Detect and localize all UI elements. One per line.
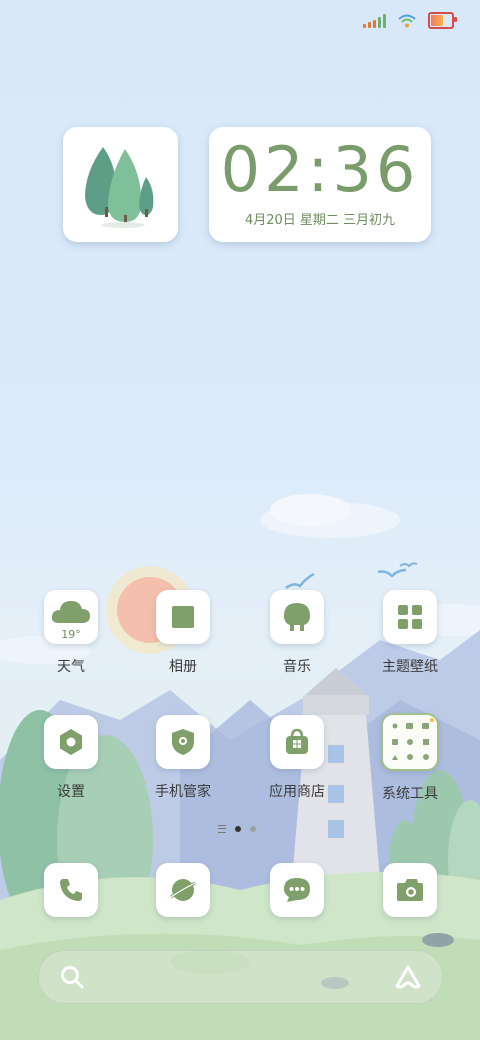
phone-icon (44, 863, 98, 917)
browser-icon (156, 863, 210, 917)
folder-system-tools[interactable]: 系统工具 (355, 713, 465, 803)
app-label: 应用商店 (269, 784, 325, 800)
security-icon (156, 715, 210, 769)
app-label: 主题壁纸 (382, 659, 438, 675)
assistant-icon[interactable] (394, 964, 422, 990)
page-dot-active[interactable] (235, 826, 241, 832)
camera-icon (383, 863, 437, 917)
signal-icon (363, 13, 386, 28)
status-bar (363, 12, 457, 29)
theme-icon (383, 590, 437, 644)
app-label: 相册 (169, 659, 197, 675)
dock-camera[interactable] (355, 863, 465, 917)
app-label: 天气 (57, 659, 85, 675)
music-icon (270, 590, 324, 644)
wifi-icon (398, 14, 416, 27)
app-store-icon (270, 715, 324, 769)
app-label: 设置 (57, 784, 85, 800)
app-music[interactable]: 音乐 (242, 590, 352, 676)
tree-icon (85, 147, 154, 228)
dock-messages[interactable] (242, 863, 352, 917)
app-weather[interactable]: 19° 天气 (16, 590, 126, 676)
list-menu-icon[interactable] (218, 825, 226, 833)
app-label: 系统工具 (382, 786, 438, 802)
tree-widget[interactable] (63, 127, 178, 242)
clock-date: 4月20日 星期二 三月初九 (244, 213, 396, 228)
clock-time: 02:36 (220, 133, 420, 206)
messages-icon (270, 863, 324, 917)
battery-icon (428, 12, 457, 29)
search-bar[interactable] (38, 950, 443, 1004)
weather-cloud-icon: 19° (44, 590, 98, 644)
app-theme[interactable]: 主题壁纸 (355, 590, 465, 676)
page-dot[interactable] (250, 826, 256, 832)
app-store[interactable]: 应用商店 (242, 715, 352, 801)
app-settings[interactable]: 设置 (16, 715, 126, 801)
page-indicator[interactable] (218, 825, 256, 833)
app-gallery[interactable]: 相册 (128, 590, 238, 676)
system-tools-folder-icon (381, 713, 439, 771)
app-label: 音乐 (283, 659, 311, 675)
dock-browser[interactable] (128, 863, 238, 917)
weather-temp: 19° (61, 628, 81, 641)
battery-level (431, 15, 443, 26)
gallery-icon (156, 590, 210, 644)
clock-widget[interactable]: 02:36 4月20日 星期二 三月初九 (209, 127, 431, 242)
dock-phone[interactable] (16, 863, 126, 917)
app-security[interactable]: 手机管家 (128, 715, 238, 801)
app-label: 手机管家 (155, 784, 211, 800)
settings-icon (44, 715, 98, 769)
search-icon[interactable] (59, 964, 85, 990)
